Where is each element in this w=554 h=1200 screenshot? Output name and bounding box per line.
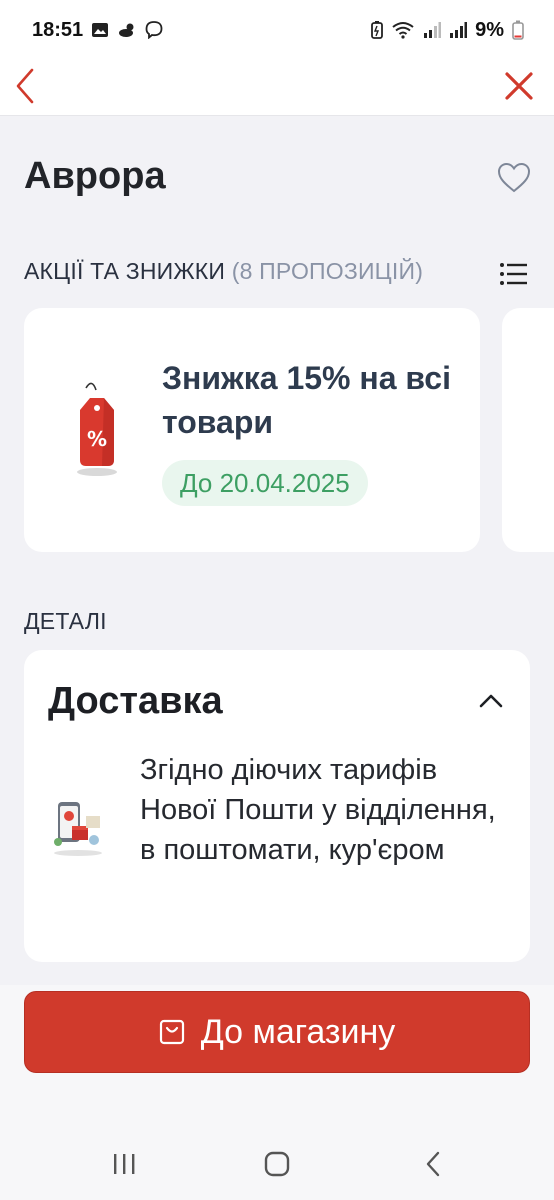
system-back-button[interactable] xyxy=(414,1146,454,1182)
back-icon xyxy=(426,1151,440,1177)
go-to-shop-button[interactable]: До магазину xyxy=(24,991,530,1073)
store-title: Аврора xyxy=(24,155,166,197)
list-icon xyxy=(500,263,527,285)
close-button[interactable] xyxy=(502,66,536,106)
recents-button[interactable] xyxy=(104,1146,144,1182)
weather-icon xyxy=(119,23,134,37)
signal-icon xyxy=(424,22,442,38)
signal-icon-2 xyxy=(450,22,468,38)
favorite-button[interactable] xyxy=(496,160,532,196)
delivery-description: Згідно діючих тарифів Нової Пошти у відд… xyxy=(140,754,496,866)
home-icon xyxy=(264,1151,290,1177)
delivery-title: Доставка xyxy=(48,680,223,722)
gallery-icon xyxy=(92,23,109,37)
system-nav-bar xyxy=(0,1130,554,1200)
wifi-icon xyxy=(392,22,414,39)
svg-text:%: % xyxy=(87,427,107,451)
collapse-button[interactable] xyxy=(476,686,506,716)
close-icon xyxy=(505,72,533,100)
status-time: 18:51 xyxy=(32,18,84,41)
promotions-section-label: АКЦІЇ ТА ЗНИЖКИ (8 ПРОПОЗИЦІЙ) xyxy=(24,258,423,285)
discount-tag-icon: % xyxy=(77,382,117,476)
promotions-list-button[interactable] xyxy=(498,260,530,288)
battery-percent: 9% xyxy=(475,18,504,41)
promotions-count: (8 ПРОПОЗИЦІЙ) xyxy=(231,258,424,284)
delivery-card: Доставка Згідно діючих тарифів Нової Пош… xyxy=(24,650,530,962)
go-to-shop-label: До магазину xyxy=(200,1012,396,1051)
viber-icon xyxy=(145,21,163,39)
chevron-left-icon xyxy=(16,68,34,104)
heart-outline-icon xyxy=(497,162,531,193)
chevron-up-icon xyxy=(479,694,503,708)
battery-saver-icon xyxy=(371,21,383,39)
promo-date-badge: До 20.04.2025 xyxy=(162,460,368,506)
promo-card[interactable]: % Знижка 15% на всі товари До 20.04.2025 xyxy=(24,308,480,552)
promo-title: Знижка 15% на всі товари xyxy=(162,360,451,440)
details-section-label: ДЕТАЛІ xyxy=(24,608,107,634)
back-button[interactable] xyxy=(12,64,42,108)
recents-icon xyxy=(114,1154,135,1174)
shopping-bag-icon xyxy=(159,1019,184,1045)
home-button[interactable] xyxy=(257,1146,297,1182)
top-bar xyxy=(0,60,554,116)
promotions-label: АКЦІЇ ТА ЗНИЖКИ xyxy=(24,258,226,284)
battery-icon xyxy=(512,20,524,40)
delivery-phone-icon xyxy=(54,802,102,856)
status-bar: 18:51 9% xyxy=(0,0,554,60)
promo-card-next[interactable] xyxy=(502,308,554,552)
